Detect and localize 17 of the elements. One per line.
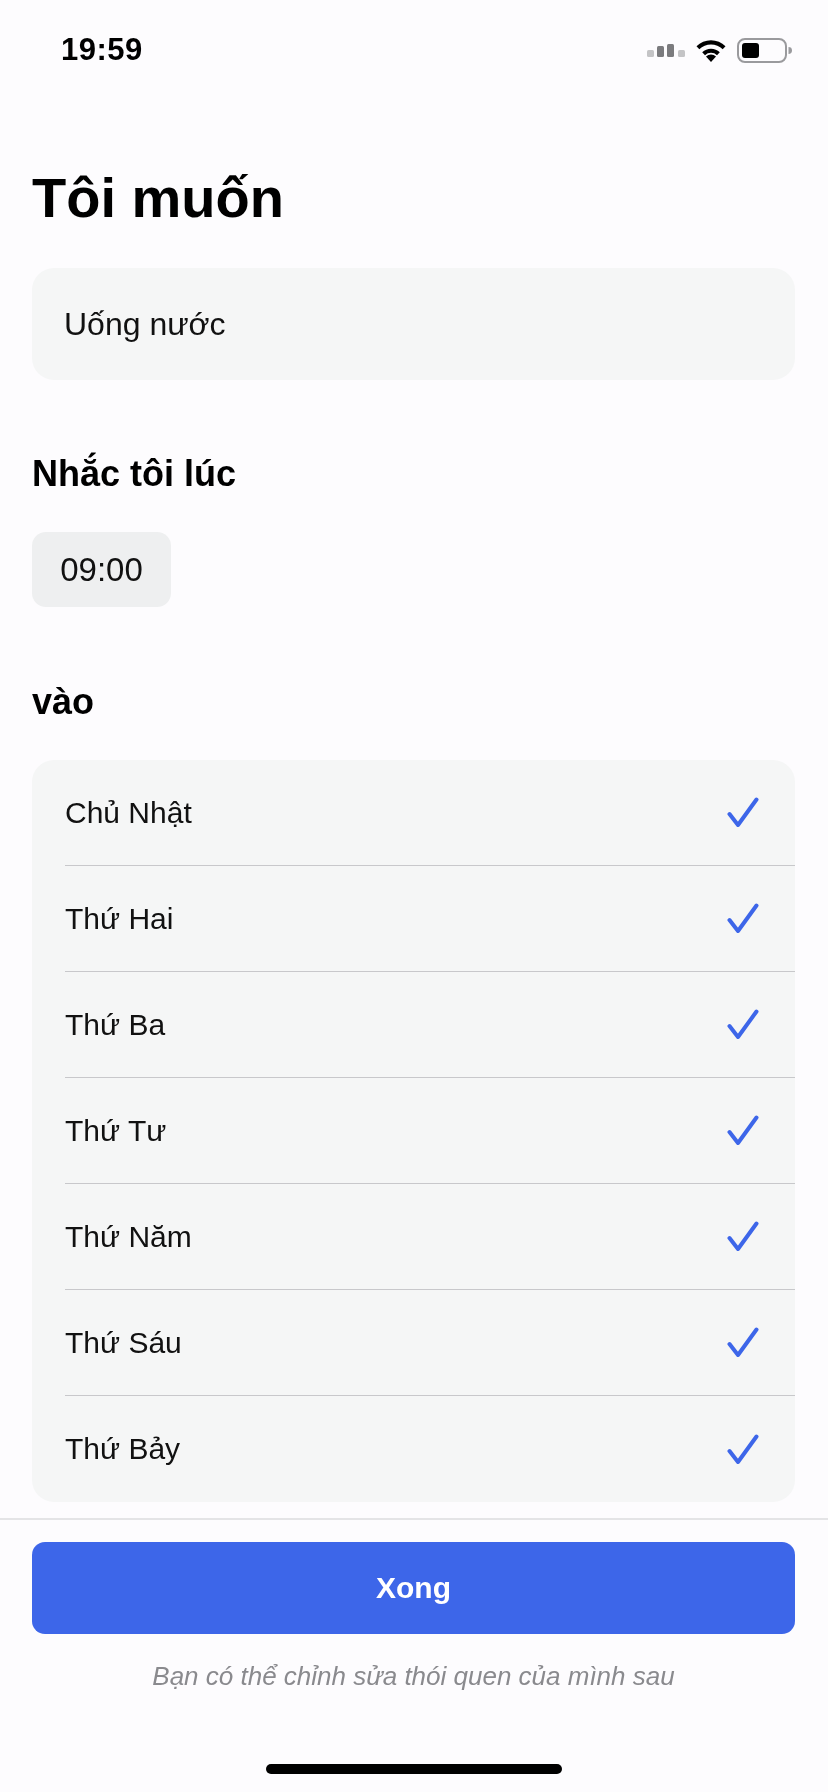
done-button[interactable]: Xong bbox=[32, 1542, 795, 1634]
day-option-row[interactable]: Thứ Hai bbox=[65, 866, 795, 972]
battery-icon bbox=[737, 37, 792, 63]
day-option-row[interactable]: Thứ Bảy bbox=[65, 1396, 795, 1502]
day-option-row[interactable]: Thứ Tư bbox=[65, 1078, 795, 1184]
day-option-row[interactable]: Thứ Năm bbox=[65, 1184, 795, 1290]
habit-input-field[interactable]: Uống nước bbox=[32, 268, 795, 380]
wifi-icon bbox=[695, 38, 727, 62]
page-title: Tôi muốn bbox=[32, 170, 284, 226]
day-option-row[interactable]: Thứ Ba bbox=[65, 972, 795, 1078]
footnote-text: Bạn có thể chỉnh sửa thói quen của mình sau bbox=[152, 1661, 675, 1691]
day-option-row[interactable]: Thứ Sáu bbox=[65, 1290, 795, 1396]
signal-icon bbox=[647, 43, 685, 57]
day-option-row[interactable]: Chủ Nhật bbox=[65, 760, 795, 866]
status-time: 19:59 bbox=[61, 32, 143, 68]
time-picker-button[interactable]: 09:00 bbox=[32, 532, 171, 607]
days-label: vào bbox=[32, 684, 95, 720]
